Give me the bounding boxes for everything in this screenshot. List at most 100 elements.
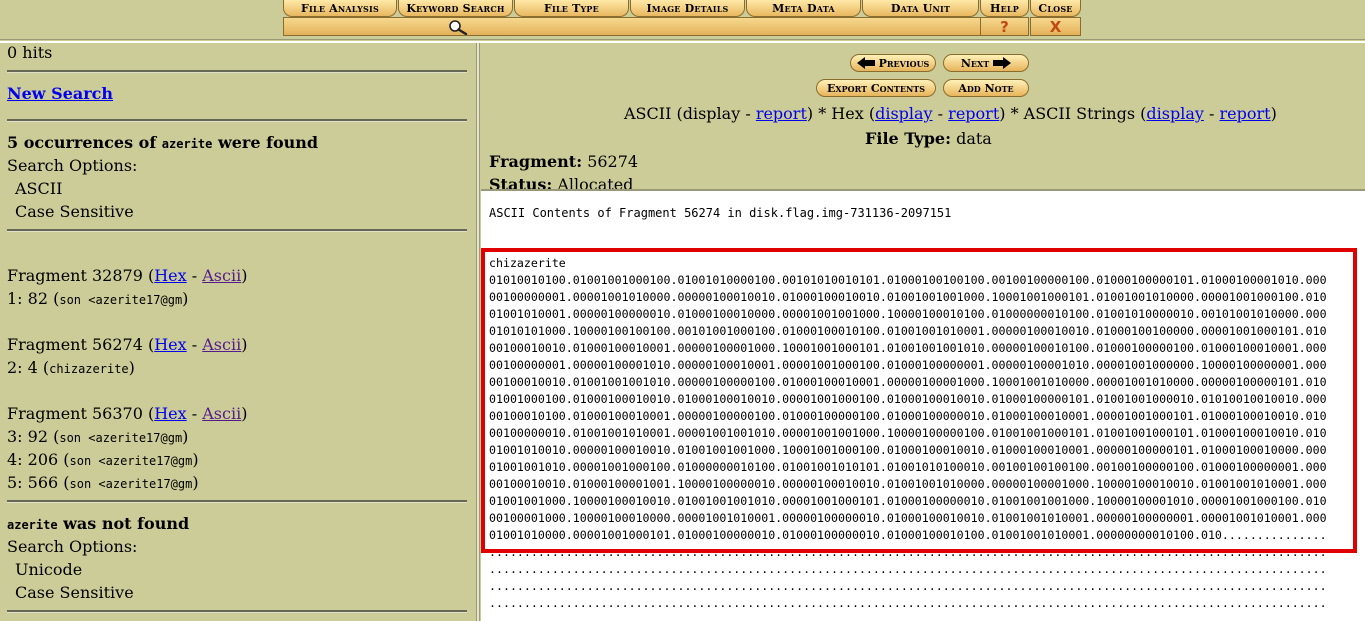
hit-snippet: son <azerite17@gm (69, 477, 193, 491)
tab-help[interactable]: Help (980, 0, 1029, 17)
link-separator: - (1203, 104, 1220, 123)
search-keyword: azerite (7, 518, 58, 532)
previous-label: Previous (878, 56, 930, 70)
next-button[interactable]: Next (943, 54, 1029, 72)
not-found-text: was not found (57, 514, 190, 533)
fragment-header: Previous Next Export Contents Add Note A… (481, 43, 1365, 189)
close-paren: ) (182, 289, 189, 308)
dump-line: ........................................… (489, 596, 1327, 610)
hit-entry: 2: 4 (chizazerite) (7, 358, 135, 377)
tab-meta-data[interactable]: Meta Data (746, 0, 861, 17)
active-tab-indicator (283, 17, 981, 36)
strings-display-link[interactable]: display (1146, 104, 1204, 123)
search-option-encoding: ASCII (15, 179, 63, 198)
hex-view-label: ) * Hex ( (806, 104, 876, 123)
fragment-hex-link[interactable]: Hex (154, 404, 186, 423)
result-summary-found: 5 occurrences of azerite were found (7, 133, 318, 152)
hit-offset: 3: 92 ( (7, 427, 60, 446)
close-paren: ) (241, 335, 248, 354)
separator (7, 229, 467, 232)
file-type-line: File Type: data (865, 129, 992, 148)
link-separator: - (186, 335, 203, 354)
search-option-encoding: Unicode (15, 560, 83, 579)
search-options-label: Search Options: (7, 156, 138, 175)
dump-line: 00100010010.01001001001010.0000010000010… (489, 375, 1327, 389)
contents-heading: ASCII Contents of Fragment 56274 in disk… (489, 206, 952, 220)
hit-entry: 4: 206 (son <azerite17@gm) (7, 450, 199, 469)
arrow-right-icon (993, 57, 1012, 69)
dump-line: 00100000001.00000100001010.0000010001000… (489, 358, 1327, 372)
tab-file-type[interactable]: File Type (514, 0, 629, 17)
new-search-link[interactable]: New Search (7, 84, 113, 103)
hit-snippet: son <azerite17@gm (69, 454, 193, 468)
hit-offset: 5: 566 ( (7, 473, 70, 492)
dump-line: 01001010010.00000100010010.0100100100100… (489, 443, 1327, 457)
tab-file-analysis[interactable]: File Analysis (283, 0, 397, 17)
ascii-content-view: ASCII Contents of Fragment 56274 in disk… (481, 192, 1365, 621)
search-keyword: azerite (161, 137, 213, 151)
tab-image-details[interactable]: Image Details (630, 0, 745, 17)
fragment-line: Fragment: 56274 (489, 152, 638, 171)
fragment-ascii-link[interactable]: Ascii (202, 266, 241, 285)
dump-line: 01001010001.00000100000010.0100010001000… (489, 307, 1327, 321)
result-summary-not-found: azerite was not found (7, 514, 189, 533)
search-options-label: Search Options: (7, 537, 138, 556)
dump-line: 01001010000.00001001000101.0100010000001… (489, 528, 1327, 542)
export-contents-button[interactable]: Export Contents (816, 79, 936, 97)
hit-offset: 2: 4 ( (7, 358, 50, 377)
hex-report-link[interactable]: report (948, 104, 999, 123)
tab-keyword-search[interactable]: Keyword Search (398, 0, 513, 17)
strings-report-link[interactable]: report (1219, 104, 1270, 123)
tab-data-unit[interactable]: Data Unit (862, 0, 979, 17)
fragment-heading: Fragment 56370 (Hex - Ascii) (7, 404, 247, 423)
close-paren: ) (128, 358, 135, 377)
close-icon[interactable]: X (1030, 17, 1081, 36)
fragment-ascii-link[interactable]: Ascii (202, 335, 241, 354)
hit-entry: 1: 82 (son <azerite17@gm) (7, 289, 188, 308)
strings-view-label: ) * ASCII Strings ( (999, 104, 1147, 123)
dump-line: 00100001000.10000100010000.0000100101000… (489, 511, 1327, 525)
hit-snippet: son <azerite17@gm (59, 293, 183, 307)
fragment-label: Fragment: (489, 152, 583, 171)
fragment-hex-link[interactable]: Hex (154, 266, 186, 285)
ascii-dump: chizazerite 01010010100.01001001000100.01… (489, 255, 1355, 612)
hit-entry: 3: 92 (son <azerite17@gm) (7, 427, 188, 446)
fragment-heading: Fragment 56274 (Hex - Ascii) (7, 335, 247, 354)
separator (7, 70, 467, 73)
tab-close[interactable]: Close (1030, 0, 1081, 17)
fragment-ascii-link[interactable]: Ascii (202, 404, 241, 423)
hex-display-link[interactable]: display (875, 104, 933, 123)
result-count-text: 5 occurrences of (7, 133, 162, 152)
add-note-button[interactable]: Add Note (943, 79, 1029, 97)
view-options: ASCII (display - report) * Hex (display … (624, 104, 1277, 123)
fragment-number: 56274 (582, 152, 639, 171)
fragment-heading: Fragment 32879 (Hex - Ascii) (7, 266, 247, 285)
file-type-label: File Type: (865, 129, 951, 148)
link-separator: - (186, 266, 203, 285)
fragment-label: Fragment 56274 ( (7, 335, 155, 354)
dump-line: 00100010100.01000100010001.0000010000010… (489, 409, 1327, 423)
close-paren: ) (192, 450, 199, 469)
dump-line: ........................................… (489, 562, 1327, 576)
dump-line: 01001001000.10000100010010.0100100100101… (489, 494, 1327, 508)
fragment-hex-link[interactable]: Hex (154, 335, 186, 354)
separator (7, 119, 467, 122)
close-paren: ) (182, 427, 189, 446)
close-paren: ) (241, 266, 248, 285)
hit-offset: 1: 82 ( (7, 289, 60, 308)
file-type-value: data (950, 129, 992, 148)
fragment-label: Fragment 56370 ( (7, 404, 155, 423)
ascii-view-label: ASCII (display - (624, 104, 756, 123)
search-option-case: Case Sensitive (15, 583, 134, 602)
dump-line: 00100000010.01001001010001.0000100100101… (489, 426, 1327, 440)
help-icon[interactable]: ? (980, 17, 1029, 36)
hits-count: 0 hits (7, 43, 53, 62)
top-navigation-bar: File Analysis Keyword Search File Type I… (0, 0, 1365, 39)
ascii-report-link[interactable]: report (756, 104, 807, 123)
dump-line: 01010101000.10000100100100.0010100100010… (489, 324, 1327, 338)
dump-line: 01001001010.00001001000100.0100000001010… (489, 460, 1327, 474)
previous-button[interactable]: Previous (850, 54, 936, 72)
link-separator: - (932, 104, 949, 123)
dump-line: chizazerite (489, 256, 566, 270)
pane-divider[interactable] (476, 43, 480, 621)
